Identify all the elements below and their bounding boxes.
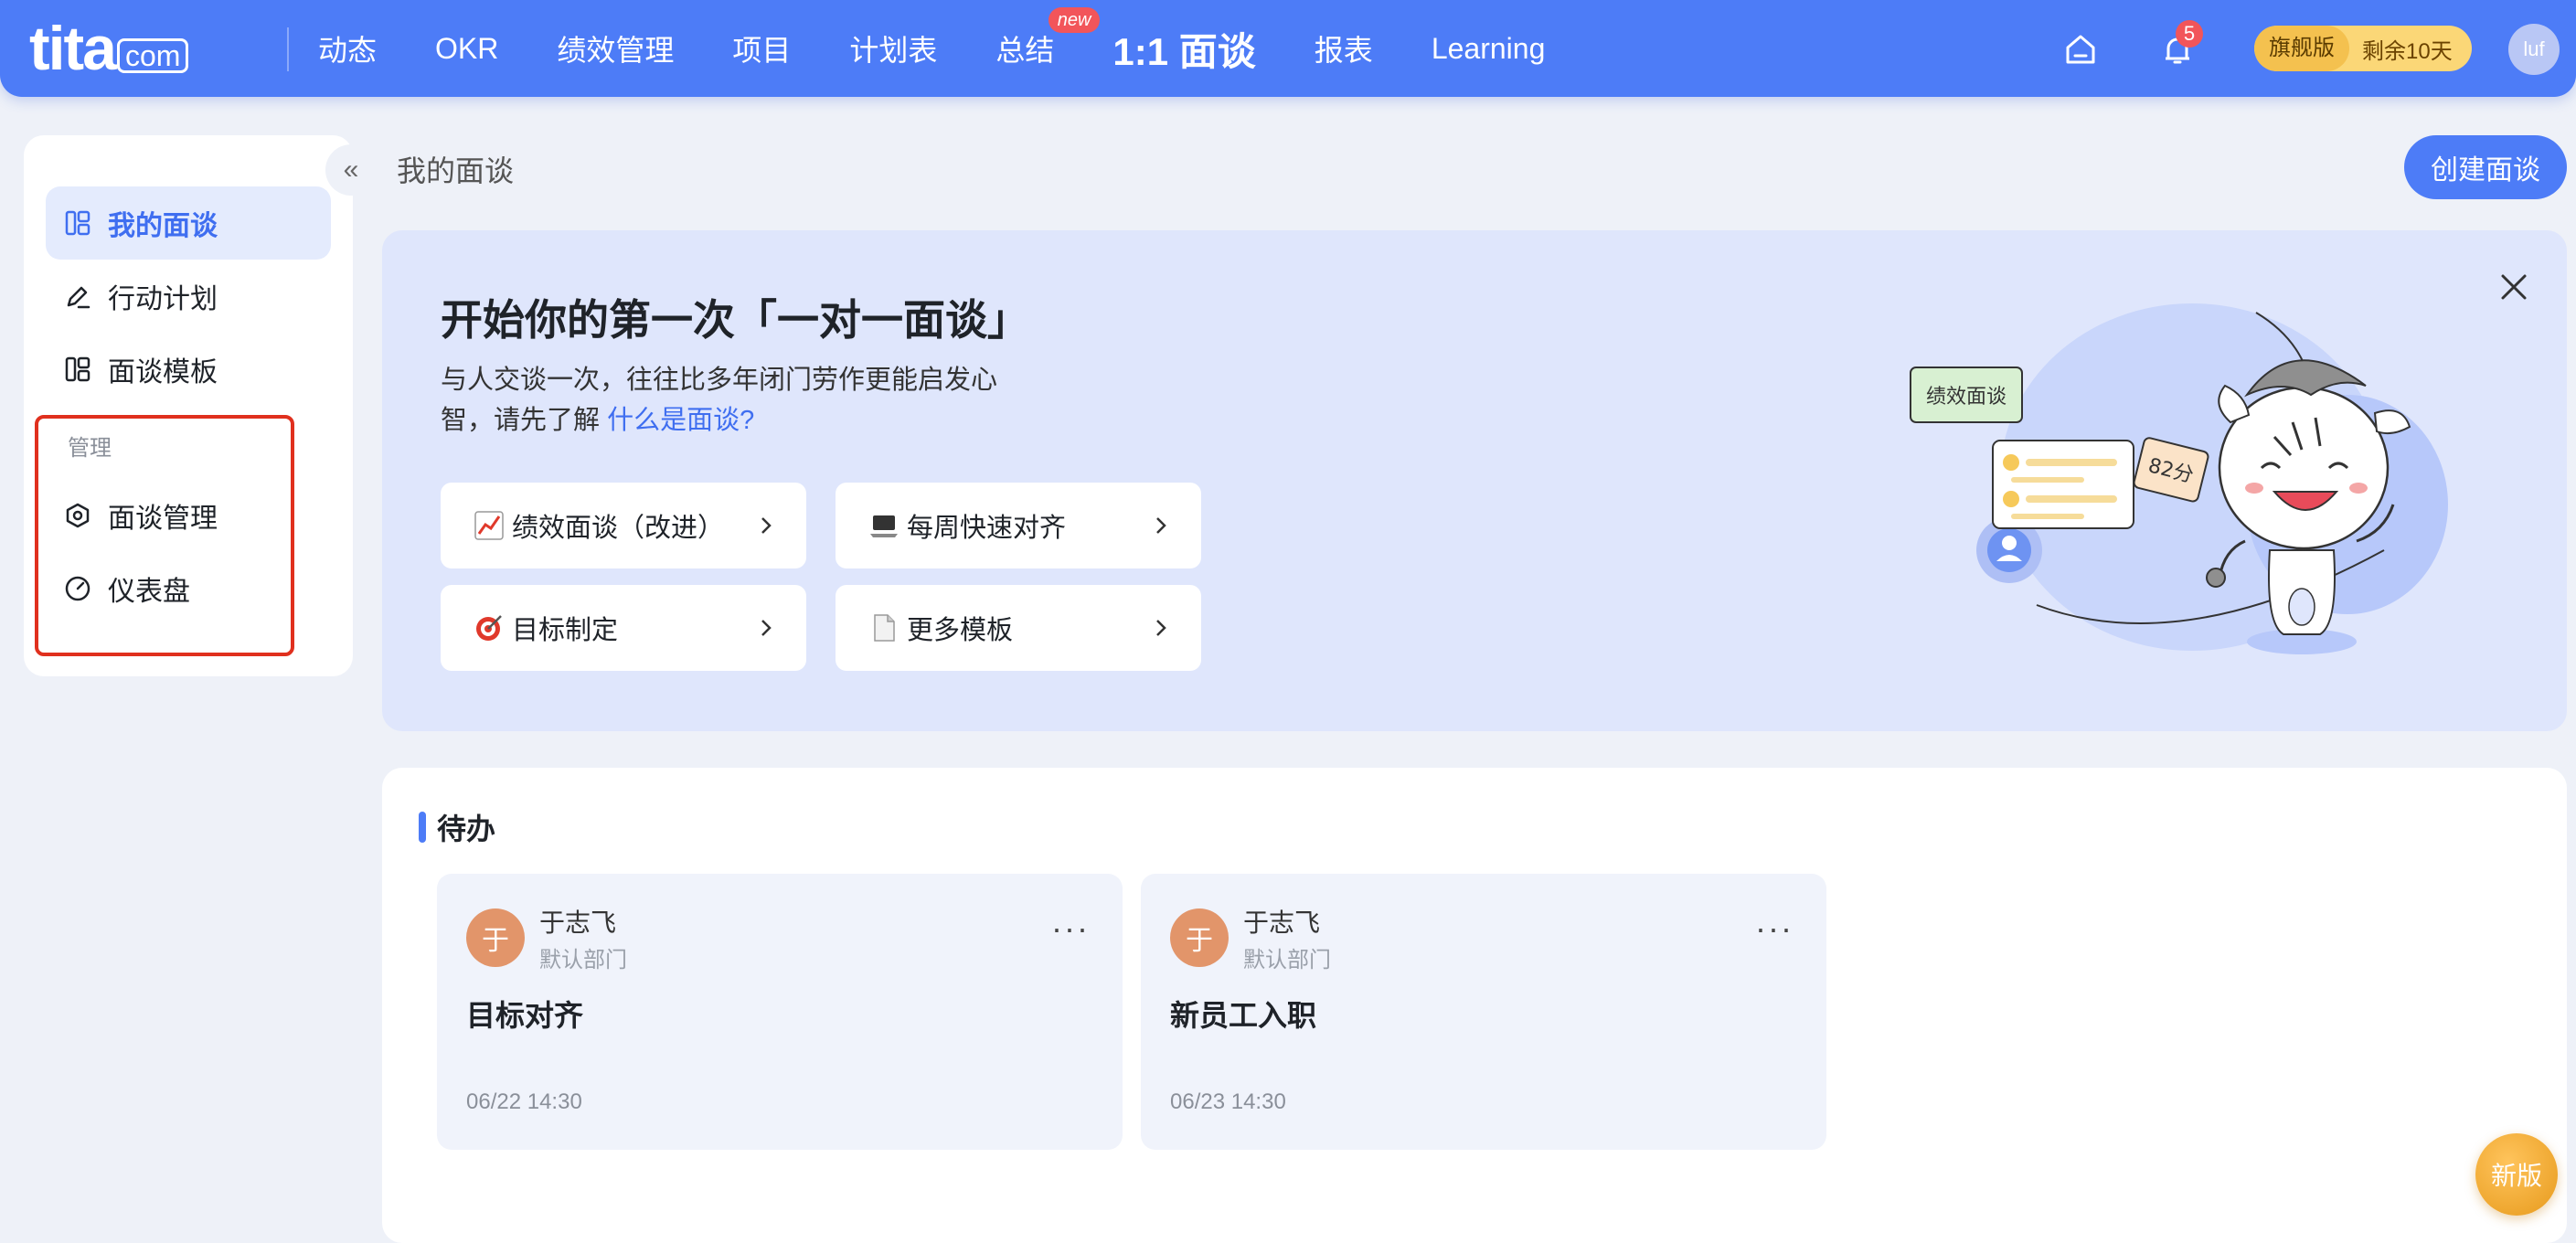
sidebar-item-label: 面谈模板	[108, 357, 218, 388]
nav-item-plan[interactable]: 计划表	[849, 27, 937, 69]
nav-item-learning[interactable]: Learning	[1432, 32, 1546, 66]
new-version-button[interactable]: 新版	[2475, 1133, 2558, 1216]
meeting-time: 06/23 14:30	[1170, 1089, 1286, 1114]
sidebar-item-templates[interactable]: 面谈模板	[46, 333, 331, 406]
document-icon	[874, 614, 895, 642]
tita-logo[interactable]: tita com	[29, 14, 189, 83]
template-card-goal[interactable]: 目标制定	[441, 585, 806, 671]
more-icon[interactable]: ···	[1051, 912, 1090, 945]
laptop-icon	[870, 515, 898, 537]
todo-card[interactable]: 于 于志飞 默认部门 ··· 新员工入职 06/23 14:30	[1141, 874, 1826, 1150]
sidebar-collapse-button[interactable]: «	[325, 144, 377, 196]
what-is-meeting-link[interactable]: 什么是面谈?	[607, 406, 754, 435]
chevron-right-icon	[1156, 517, 1166, 534]
zebra-illustration: 绩效面谈 82分	[1910, 303, 2448, 654]
banner-title: 开始你的第一次「一对一面谈」	[441, 296, 1029, 344]
banner-description: 与人交谈一次，往往比多年闭门劳作更能启发心智，请先了解 什么是面谈?	[441, 360, 1026, 441]
plan-remaining: 剩余10天	[2362, 38, 2453, 64]
plan-tier: 旗舰版	[2254, 26, 2349, 71]
todo-card[interactable]: 于 于志飞 默认部门 ··· 目标对齐 06/22 14:30	[437, 874, 1123, 1150]
welcome-banner: 开始你的第一次「一对一面谈」 与人交谈一次，往往比多年闭门劳作更能启发心智，请先…	[382, 230, 2567, 731]
top-navbar: tita com 动态 OKR 绩效管理 项目 计划表 总结 new 1:1 面…	[0, 0, 2576, 97]
pencil-icon	[67, 286, 90, 309]
nav-divider	[287, 27, 289, 71]
department: 默认部门	[539, 948, 627, 972]
logo-text: tita	[29, 14, 117, 83]
todo-panel: 待办 于 于志飞 默认部门 ··· 目标对齐 06/22 14:30 于 于志飞…	[382, 768, 2567, 1243]
template-label: 更多模板	[907, 616, 1014, 645]
meeting-subject: 目标对齐	[466, 999, 584, 1032]
nav-item-summary-label: 总结	[995, 34, 1055, 67]
layout-icon	[65, 210, 90, 236]
main-nav: 动态 OKR 绩效管理 项目 计划表 总结 new 1:1 面谈 报表 Lear…	[318, 0, 1603, 97]
template-card-weekly[interactable]: 每周快速对齐	[836, 483, 1201, 568]
new-badge: new	[1048, 7, 1101, 33]
target-icon	[476, 615, 502, 641]
avatar: 于	[1170, 908, 1229, 967]
user-avatar[interactable]: luf	[2508, 24, 2560, 75]
section-accent-bar	[419, 812, 426, 843]
nav-item-feed[interactable]: 动态	[318, 27, 377, 69]
template-label: 每周快速对齐	[907, 514, 1067, 543]
plan-badge[interactable]: 旗舰版 剩余10天	[2254, 26, 2472, 71]
template-card-performance[interactable]: 绩效面谈（改进）	[441, 483, 806, 568]
highlight-box	[35, 415, 294, 656]
meeting-time: 06/22 14:30	[466, 1089, 582, 1114]
notification-count: 5	[2176, 20, 2203, 48]
person-name: 于志飞	[539, 908, 617, 937]
sidebar-item-action-plan[interactable]: 行动计划	[46, 260, 331, 333]
nav-item-one-on-one[interactable]: 1:1 面谈	[1112, 21, 1255, 77]
person-name: 于志飞	[1243, 908, 1321, 937]
todo-title: 待办	[437, 813, 496, 845]
template-label: 目标制定	[512, 616, 619, 645]
nav-item-summary[interactable]: 总结 new	[995, 7, 1101, 69]
nav-item-okr[interactable]: OKR	[435, 32, 498, 66]
sidebar-item-label: 我的面谈	[108, 211, 218, 241]
layout-icon	[65, 356, 90, 382]
template-label: 绩效面谈（改进）	[512, 514, 725, 543]
sidebar-item-label: 行动计划	[108, 284, 218, 314]
create-meeting-button[interactable]: 创建面谈	[2404, 135, 2567, 199]
close-icon[interactable]	[2494, 267, 2534, 307]
chevron-right-icon	[1156, 620, 1166, 636]
department: 默认部门	[1243, 948, 1331, 972]
more-icon[interactable]: ···	[1755, 912, 1794, 945]
nav-item-performance[interactable]: 绩效管理	[557, 27, 674, 69]
chevron-right-icon	[761, 517, 772, 534]
home-icon[interactable]	[2062, 31, 2099, 68]
nav-item-project[interactable]: 项目	[732, 27, 791, 69]
sidebar-item-my-meetings[interactable]: 我的面谈	[46, 186, 331, 260]
logo-suffix: com	[117, 38, 189, 73]
meeting-subject: 新员工入职	[1170, 999, 1317, 1032]
avatar: 于	[466, 908, 525, 967]
page-title: 我的面谈	[397, 154, 515, 187]
chevron-right-icon	[761, 620, 772, 636]
nav-item-report[interactable]: 报表	[1315, 27, 1373, 69]
template-card-more[interactable]: 更多模板	[836, 585, 1201, 671]
illustration-tag: 绩效面谈	[1926, 386, 2007, 409]
chart-up-icon	[474, 511, 504, 540]
